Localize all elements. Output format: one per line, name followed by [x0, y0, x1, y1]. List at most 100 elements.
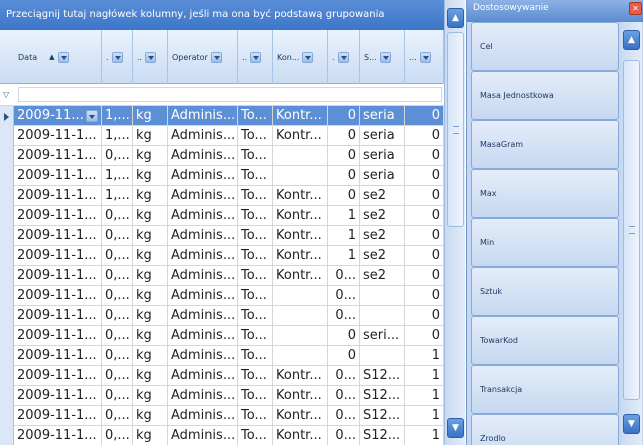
cell-operator[interactable]: Adminis... — [168, 386, 238, 406]
list-item[interactable]: Sztuk — [471, 267, 619, 316]
cell-c4[interactable]: To... — [238, 106, 273, 126]
cell-c1[interactable]: 0,... — [102, 146, 133, 166]
cell-operator[interactable]: Adminis... — [168, 206, 238, 226]
cell-seria[interactable]: seria — [360, 166, 405, 186]
cell-last[interactable]: 1 — [405, 346, 444, 366]
cell-c4[interactable]: To... — [238, 246, 273, 266]
cell-operator[interactable]: Adminis... — [168, 326, 238, 346]
cell-data[interactable]: 2009-11... — [14, 106, 102, 126]
list-item[interactable]: TowarKod — [471, 316, 619, 365]
cell-last[interactable]: 0 — [405, 306, 444, 326]
cell-c4[interactable]: To... — [238, 206, 273, 226]
cell-c1[interactable]: 1,... — [102, 106, 133, 126]
cell-seria[interactable]: S12... — [360, 366, 405, 386]
cell-c1[interactable]: 0,... — [102, 266, 133, 286]
cell-last[interactable]: 1 — [405, 406, 444, 426]
panel-vertical-scrollbar[interactable]: ▲ ▼ — [621, 22, 642, 445]
column-filter-dropdown-icon[interactable] — [250, 51, 262, 63]
cell-c4[interactable]: To... — [238, 146, 273, 166]
cell-c2[interactable]: kg — [133, 206, 168, 226]
cell-c2[interactable]: kg — [133, 286, 168, 306]
column-filter-dropdown-icon[interactable] — [419, 51, 431, 63]
cell-c1[interactable]: 0,... — [102, 366, 133, 386]
cell-seria[interactable]: seria — [360, 146, 405, 166]
cell-data[interactable]: 2009-11-1... — [14, 346, 102, 366]
cell-operator[interactable]: Adminis... — [168, 106, 238, 126]
cell-operator[interactable]: Adminis... — [168, 306, 238, 326]
column-filter-dropdown-icon[interactable] — [57, 51, 69, 63]
group-by-panel[interactable]: Przeciągnij tutaj nagłówek kolumny, jeśl… — [0, 0, 444, 30]
cell-kontrahent[interactable]: Kontr... — [273, 126, 328, 146]
table-row[interactable]: 2009-11-1... 0,... kg Adminis... To... 0… — [14, 146, 444, 166]
cell-c2[interactable]: kg — [133, 186, 168, 206]
cell-c1[interactable]: 0,... — [102, 286, 133, 306]
column-header-c4[interactable]: .. — [238, 30, 273, 84]
cell-operator[interactable]: Adminis... — [168, 226, 238, 246]
cell-data[interactable]: 2009-11-1... — [14, 186, 102, 206]
cell-last[interactable]: 1 — [405, 426, 444, 445]
table-row[interactable]: 2009-11-1... 0,... kg Adminis... To... K… — [14, 386, 444, 406]
cell-c6[interactable]: 0 — [328, 186, 360, 206]
list-item[interactable]: Cel — [471, 22, 619, 71]
column-filter-dropdown-icon[interactable] — [111, 51, 123, 63]
scrollbar-thumb[interactable] — [447, 32, 464, 227]
cell-c4[interactable]: To... — [238, 286, 273, 306]
cell-c4[interactable]: To... — [238, 426, 273, 445]
cell-operator[interactable]: Adminis... — [168, 266, 238, 286]
cell-kontrahent[interactable]: Kontr... — [273, 386, 328, 406]
cell-c4[interactable]: To... — [238, 226, 273, 246]
cell-c1[interactable]: 0,... — [102, 426, 133, 445]
list-item[interactable]: Masa Jednostkowa — [471, 71, 619, 120]
cell-kontrahent[interactable]: Kontr... — [273, 206, 328, 226]
cell-operator[interactable]: Adminis... — [168, 146, 238, 166]
cell-kontrahent[interactable] — [273, 286, 328, 306]
cell-c6[interactable]: 0... — [328, 306, 360, 326]
cell-seria[interactable] — [360, 346, 405, 366]
table-row[interactable]: 2009-11-1... 0,... kg Adminis... To... K… — [14, 266, 444, 286]
cell-c4[interactable]: To... — [238, 126, 273, 146]
column-header-data[interactable]: Data ▲ — [14, 30, 102, 84]
column-filter-dropdown-icon[interactable] — [337, 51, 349, 63]
cell-c4[interactable]: To... — [238, 386, 273, 406]
cell-c4[interactable]: To... — [238, 186, 273, 206]
cell-kontrahent[interactable]: Kontr... — [273, 186, 328, 206]
column-header-c1[interactable]: . — [102, 30, 133, 84]
cell-c2[interactable]: kg — [133, 346, 168, 366]
cell-c1[interactable]: 0,... — [102, 326, 133, 346]
cell-operator[interactable]: Adminis... — [168, 286, 238, 306]
cell-operator[interactable]: Adminis... — [168, 426, 238, 445]
table-row[interactable]: 2009-11... 1,... kg Adminis... To... Kon… — [14, 106, 444, 126]
cell-last[interactable]: 1 — [405, 366, 444, 386]
cell-c1[interactable]: 0,... — [102, 226, 133, 246]
list-item[interactable]: Max — [471, 169, 619, 218]
cell-c2[interactable]: kg — [133, 326, 168, 346]
cell-c2[interactable]: kg — [133, 266, 168, 286]
cell-data[interactable]: 2009-11-1... — [14, 286, 102, 306]
cell-kontrahent[interactable]: Kontr... — [273, 406, 328, 426]
cell-last[interactable]: 1 — [405, 386, 444, 406]
cell-c1[interactable]: 1,... — [102, 126, 133, 146]
cell-kontrahent[interactable] — [273, 346, 328, 366]
cell-data[interactable]: 2009-11-1... — [14, 226, 102, 246]
cell-seria[interactable]: S12... — [360, 426, 405, 445]
cell-c2[interactable]: kg — [133, 426, 168, 445]
cell-c2[interactable]: kg — [133, 146, 168, 166]
column-filter-dropdown-icon[interactable] — [145, 51, 157, 63]
cell-seria[interactable]: seri... — [360, 326, 405, 346]
table-row[interactable]: 2009-11-1... 1,... kg Adminis... To... K… — [14, 186, 444, 206]
cell-operator[interactable]: Adminis... — [168, 246, 238, 266]
column-header-c6[interactable]: . — [328, 30, 360, 84]
column-header-seria[interactable]: S... — [360, 30, 405, 84]
column-filter-dropdown-icon[interactable] — [379, 51, 391, 63]
cell-c1[interactable]: 0,... — [102, 306, 133, 326]
cell-last[interactable]: 0 — [405, 146, 444, 166]
cell-last[interactable]: 0 — [405, 286, 444, 306]
cell-seria[interactable]: se2 — [360, 206, 405, 226]
cell-c2[interactable]: kg — [133, 306, 168, 326]
cell-c1[interactable]: 0,... — [102, 346, 133, 366]
cell-c6[interactable]: 0... — [328, 406, 360, 426]
cell-c4[interactable]: To... — [238, 166, 273, 186]
cell-c6[interactable]: 0... — [328, 366, 360, 386]
cell-c4[interactable]: To... — [238, 366, 273, 386]
cell-seria[interactable]: S12... — [360, 406, 405, 426]
